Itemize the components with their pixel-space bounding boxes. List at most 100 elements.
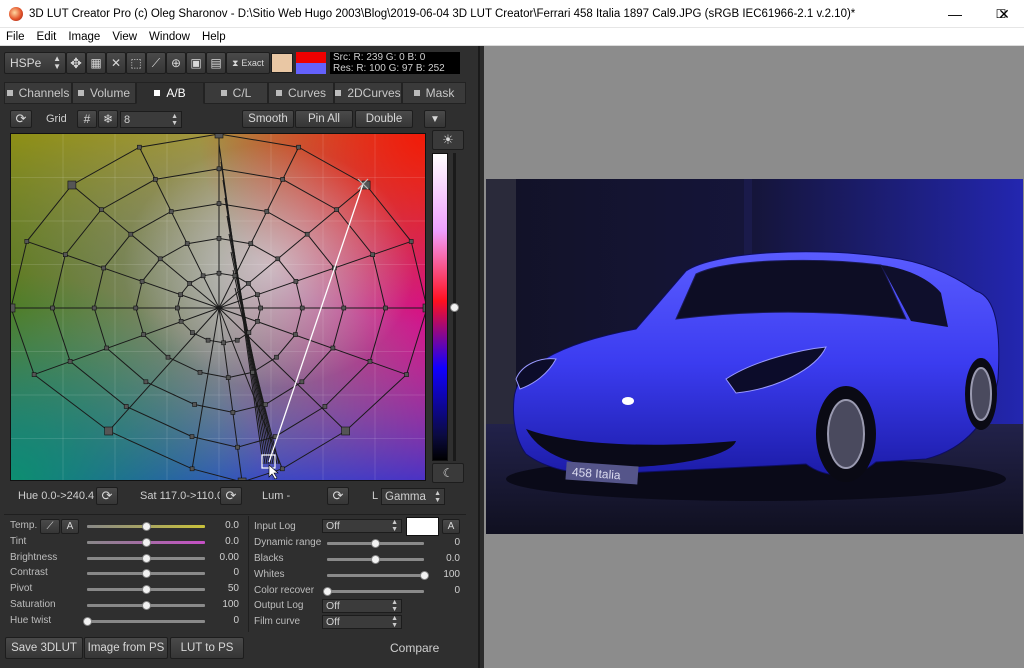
moon-icon[interactable]: ☾ [432,463,464,483]
minimize-button[interactable]: — [932,0,978,28]
adj-value-5: 100 [222,599,239,610]
tab-ab[interactable]: A/B [136,82,204,104]
adj-label-1: Tint [10,535,27,547]
grid-size-select[interactable]: 8 ▲ ▼ [120,111,182,128]
compare-button[interactable]: Compare [390,641,439,655]
log-slider-knob-2[interactable] [419,571,429,580]
log-slider-knob-3[interactable] [322,587,332,596]
source-readout: Src: R: 239 G: 0 B: 0 [330,52,460,63]
close-button[interactable]: ✕ [984,0,1024,28]
log-slider-label-2: Whites [254,569,285,580]
updown-icon: ▲ ▼ [434,490,441,504]
menu-view[interactable]: View [106,31,143,43]
luminance-slider-knob[interactable] [450,303,459,312]
scale-icon[interactable]: ✕ [106,52,126,74]
lum-reset-icon[interactable]: ⟳ [327,487,349,505]
adj-slider-knob-6[interactable] [82,616,92,626]
exact-button[interactable]: ⧗ Exact [226,52,270,74]
adj-slider-knob-1[interactable] [141,537,151,547]
output-log-select[interactable]: Off ▲ ▼ [322,599,402,613]
window-title: 3D LUT Creator Pro (c) Oleg Sharonov - D… [29,7,856,20]
color-swatch[interactable] [271,53,293,73]
log-slider-label-0: Dynamic range [254,537,322,548]
sun-icon[interactable]: ☀ [432,130,464,150]
image-from-ps-button[interactable]: Image from PS [84,637,168,659]
lut-to-ps-button[interactable]: LUT to PS [170,637,244,659]
input-log-label: Input Log [254,521,296,532]
save-3dlut-button[interactable]: Save 3DLUT [5,637,83,659]
reset-icon[interactable]: ⟳ [10,110,32,128]
tab-channels[interactable]: Channels [4,82,72,104]
adj-slider-track-6[interactable] [87,619,205,623]
menu-help[interactable]: Help [196,31,232,43]
adj-slider-knob-2[interactable] [141,553,151,563]
hue-readout: Hue 0.0->240.4 [18,490,95,502]
sat-readout: Sat 117.0->110.0 [140,490,224,502]
menu-file[interactable]: File [0,31,31,43]
adj-value-3: 0 [233,567,239,579]
adj-value-4: 50 [227,583,239,595]
result-readout: Res: R: 100 G: 97 B: 252 [330,63,460,74]
move-icon[interactable]: ✥ [66,52,86,74]
smooth-button[interactable]: Smooth [242,110,294,128]
log-slider-label-3: Color recover [254,585,315,596]
log-slider-track-3[interactable] [327,590,424,593]
sat-reset-icon[interactable]: ⟳ [220,487,242,505]
log-slider-track-2[interactable] [327,574,424,577]
ab-grid-svg[interactable] [11,134,426,481]
film-curve-label: Film curve [254,616,301,627]
car-preview-image[interactable]: 458 Italia [486,179,1023,534]
input-log-select[interactable]: Off ▲ ▼ [322,519,402,533]
eyedropper-icon[interactable]: ⟋ [146,52,166,74]
dropdown-icon[interactable]: ▼ [424,110,446,128]
select-rect-icon[interactable]: ⬚ [126,52,146,74]
log-slider-value-2: 100 [443,569,460,580]
ab-color-grid[interactable] [10,133,426,481]
tab-volume[interactable]: Volume [72,82,136,104]
log-color-swatch[interactable] [406,517,439,536]
result-color-bar [296,63,326,74]
frame-icon[interactable]: ▣ [186,52,206,74]
tab-curves[interactable]: Curves [268,82,334,104]
adj-slider-knob-5[interactable] [141,601,151,610]
tab-cl[interactable]: C/L [204,82,268,104]
log-slider-label-1: Blacks [254,553,284,564]
adj-value-2: 0.00 [219,551,239,563]
menu-edit[interactable]: Edit [31,31,63,43]
adj-slider-knob-0[interactable] [141,522,151,531]
log-slider-knob-1[interactable] [371,555,380,564]
grid-label: Grid [46,113,67,125]
log-slider-value-0: 0 [454,537,460,548]
luminance-strip[interactable] [432,153,448,461]
double-button[interactable]: Double [355,110,413,128]
tab-2dcurves[interactable]: 2DCurves [334,82,402,104]
source-color-bar [296,52,326,63]
film-curve-select[interactable]: Off ▲ ▼ [322,615,402,629]
polar-grid-icon[interactable]: ❄ [98,110,118,128]
menu-window[interactable]: Window [143,31,196,43]
pin-all-button[interactable]: Pin All [295,110,353,128]
log-auto-button[interactable]: A [442,519,460,534]
lum-readout: Lum - [262,490,291,502]
mode-select[interactable]: HSPe ▲ ▼ [4,52,66,74]
table-icon[interactable]: ▤ [206,52,226,74]
temp-auto-button[interactable]: A [61,519,79,534]
grid-move-icon[interactable]: ▦ [86,52,106,74]
adj-slider-knob-3[interactable] [141,569,151,579]
image-preview-panel: 458 Italia [484,46,1024,668]
log-slider-value-1: 0.0 [446,553,460,564]
gamma-select[interactable]: Gamma ▲ ▼ [381,488,445,505]
temp-eyedropper-icon[interactable]: ⟋ [40,519,60,534]
output-log-label: Output Log [254,600,304,611]
zoom-icon[interactable]: ⊕ [166,52,186,74]
tab-mask[interactable]: Mask [402,82,466,104]
hourglass-icon: ⧗ [232,57,239,68]
grid-icon[interactable]: # [77,110,97,128]
updown-icon: ▲ ▼ [53,54,61,71]
menu-image[interactable]: Image [62,31,106,43]
hue-reset-icon[interactable]: ⟳ [96,487,118,505]
adj-slider-knob-4[interactable] [141,585,151,595]
adj-label-6: Hue twist [10,614,52,626]
updown-icon: ▲ ▼ [391,519,398,533]
log-slider-knob-0[interactable] [371,539,380,548]
